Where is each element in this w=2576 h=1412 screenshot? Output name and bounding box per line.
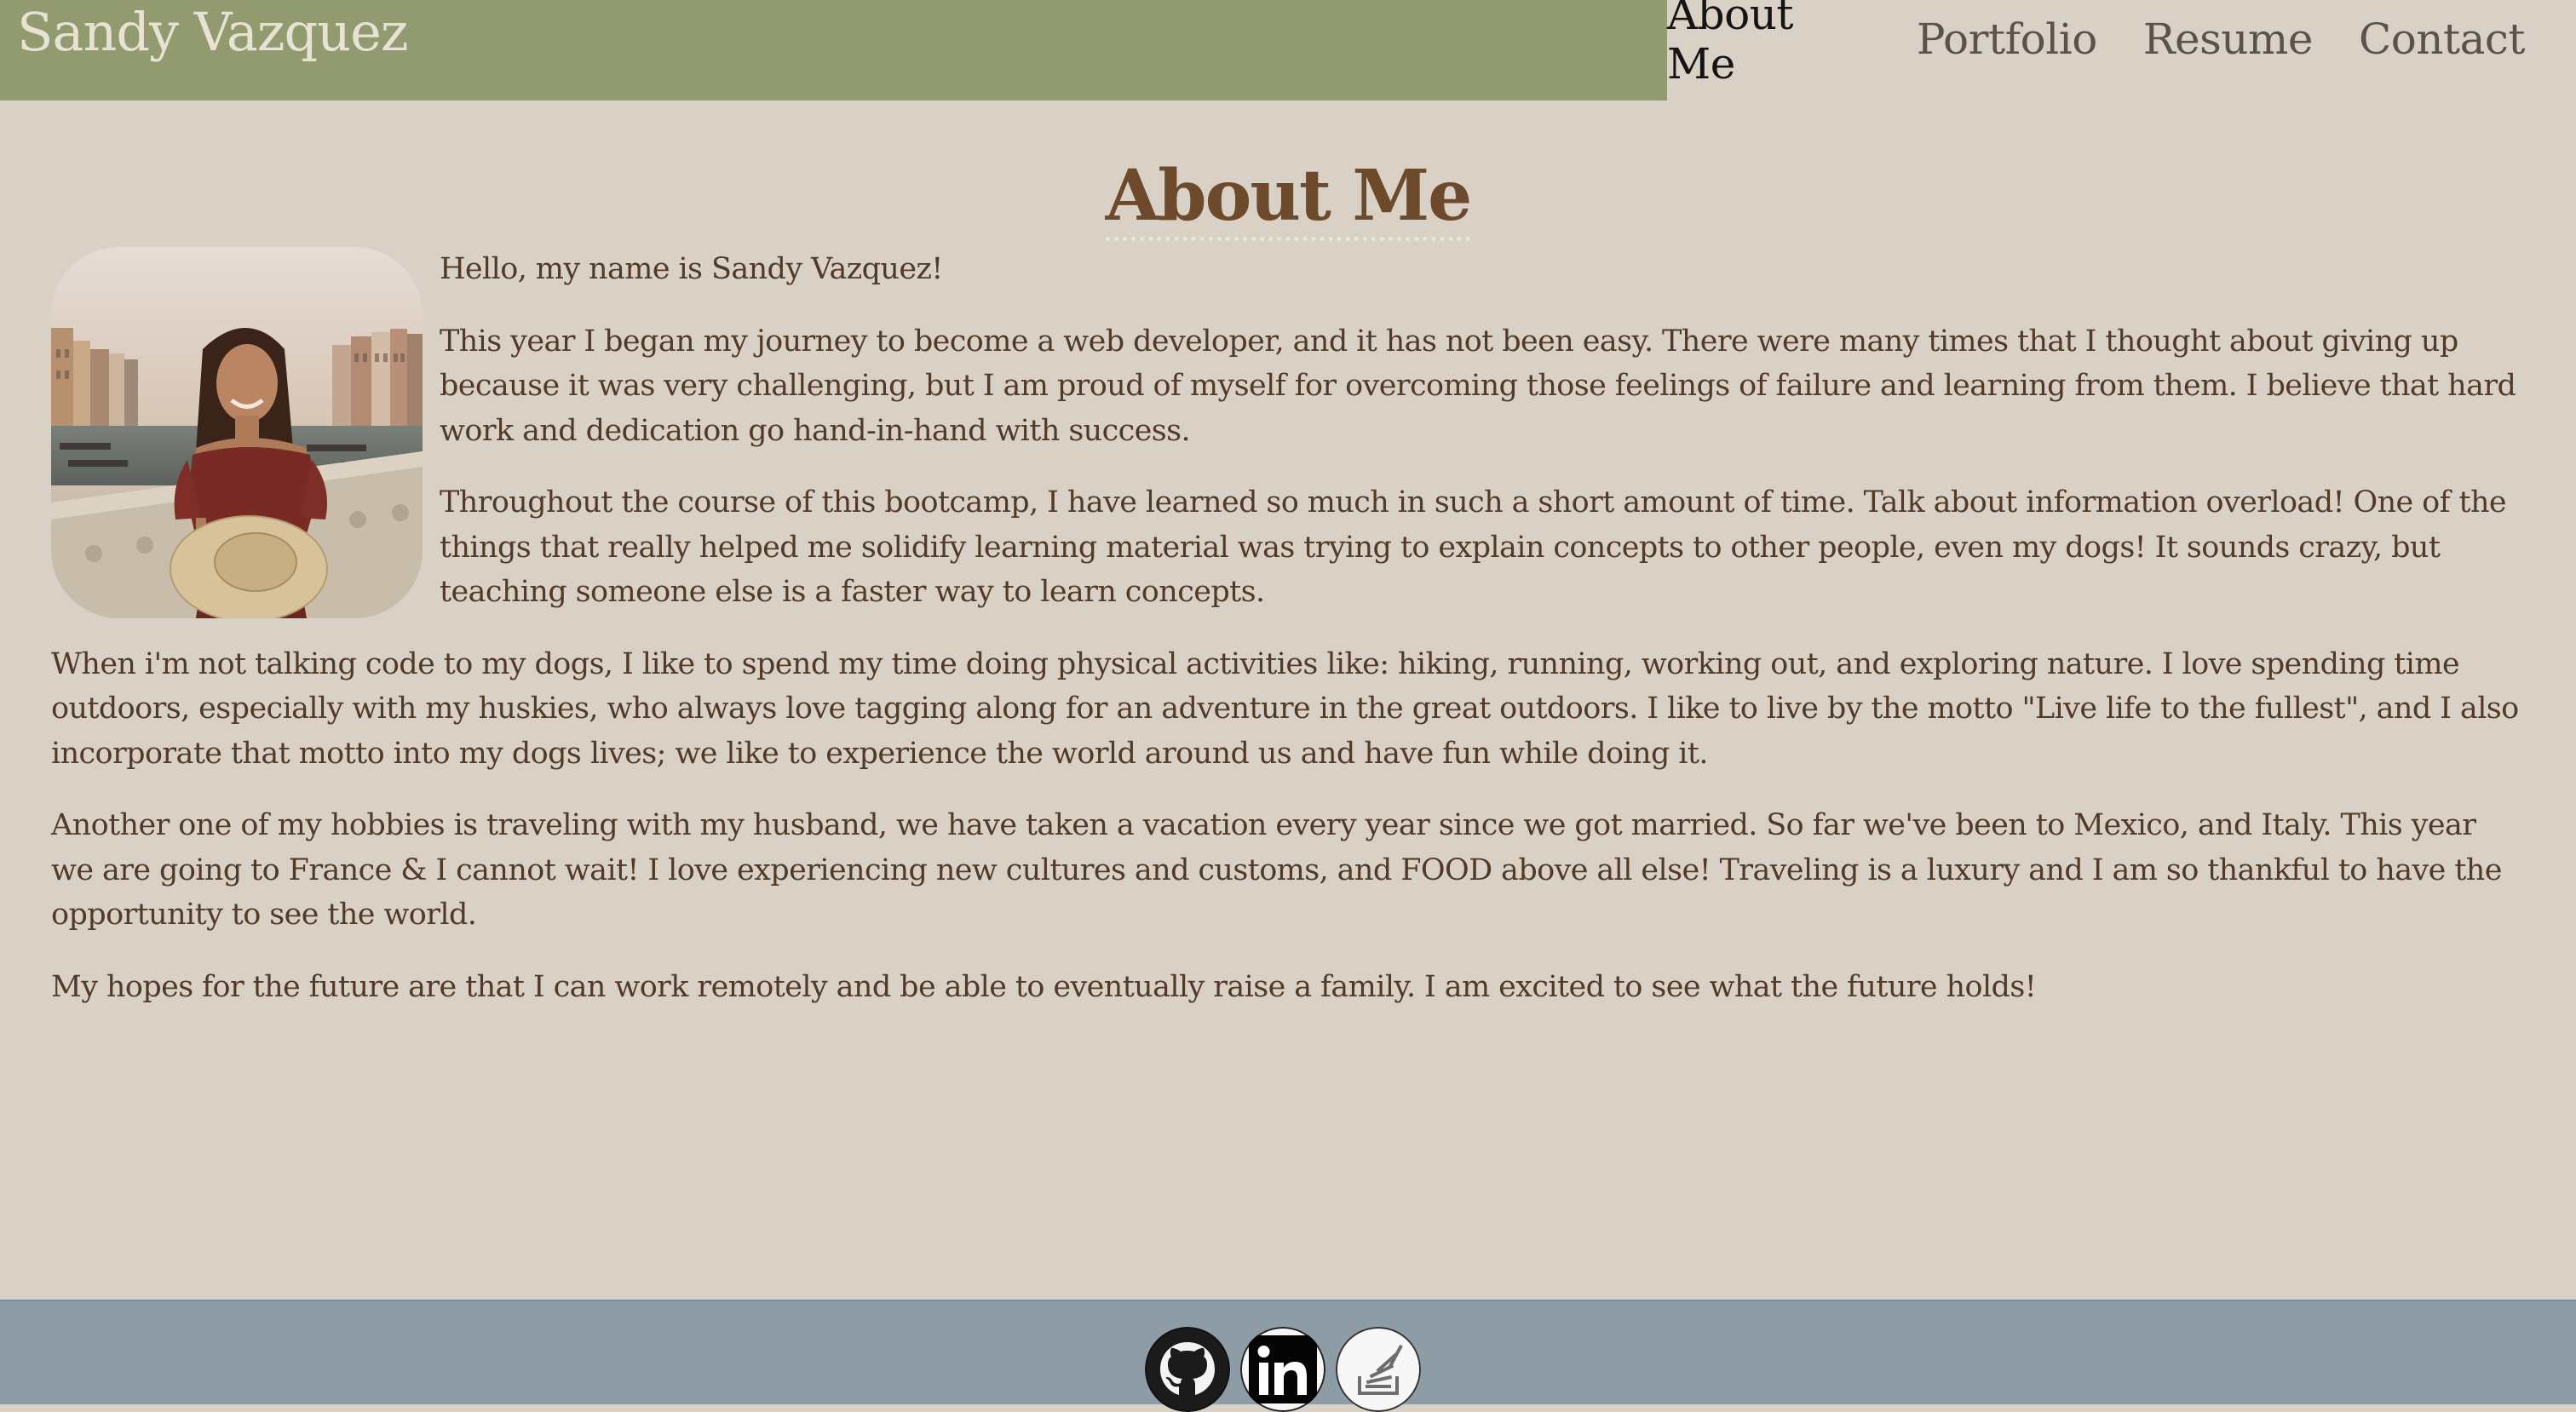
main-content: About Me Hello, my name is Sandy Vazquez… — [51, 100, 2525, 1036]
stackoverflow-link[interactable] — [1336, 1327, 1421, 1412]
page-title: About Me — [51, 100, 2525, 241]
social-links — [1145, 1327, 1431, 1412]
nav-resume[interactable]: Resume — [2143, 14, 2314, 64]
github-icon — [1145, 1327, 1230, 1412]
hobbies-paragraph: When i'm not talking code to my dogs, I … — [51, 646, 2519, 771]
site-name: Sandy Vazquez — [17, 1, 408, 63]
brand-bar: Sandy Vazquez — [0, 0, 1667, 100]
intro-paragraph: Hello, my name is Sandy Vazquez! — [440, 252, 943, 286]
profile-photo — [51, 247, 423, 618]
main-nav: About Me Portfolio Resume Contact — [1667, 0, 2576, 100]
stackoverflow-icon — [1336, 1327, 1421, 1412]
about-section: Hello, my name is Sandy Vazquez! This ye… — [51, 247, 2525, 1009]
linkedin-icon — [1240, 1327, 1325, 1412]
travel-paragraph: Another one of my hobbies is traveling w… — [51, 808, 2502, 932]
github-link[interactable] — [1145, 1327, 1230, 1412]
future-paragraph: My hopes for the future are that I can w… — [51, 969, 2037, 1004]
nav-contact[interactable]: Contact — [2359, 14, 2526, 64]
site-footer — [0, 1300, 2576, 1412]
nav-about-me[interactable]: About Me — [1667, 0, 1871, 89]
linkedin-link[interactable] — [1240, 1327, 1325, 1412]
site-header: Sandy Vazquez About Me Portfolio Resume … — [0, 0, 2576, 100]
nav-portfolio[interactable]: Portfolio — [1917, 14, 2097, 64]
